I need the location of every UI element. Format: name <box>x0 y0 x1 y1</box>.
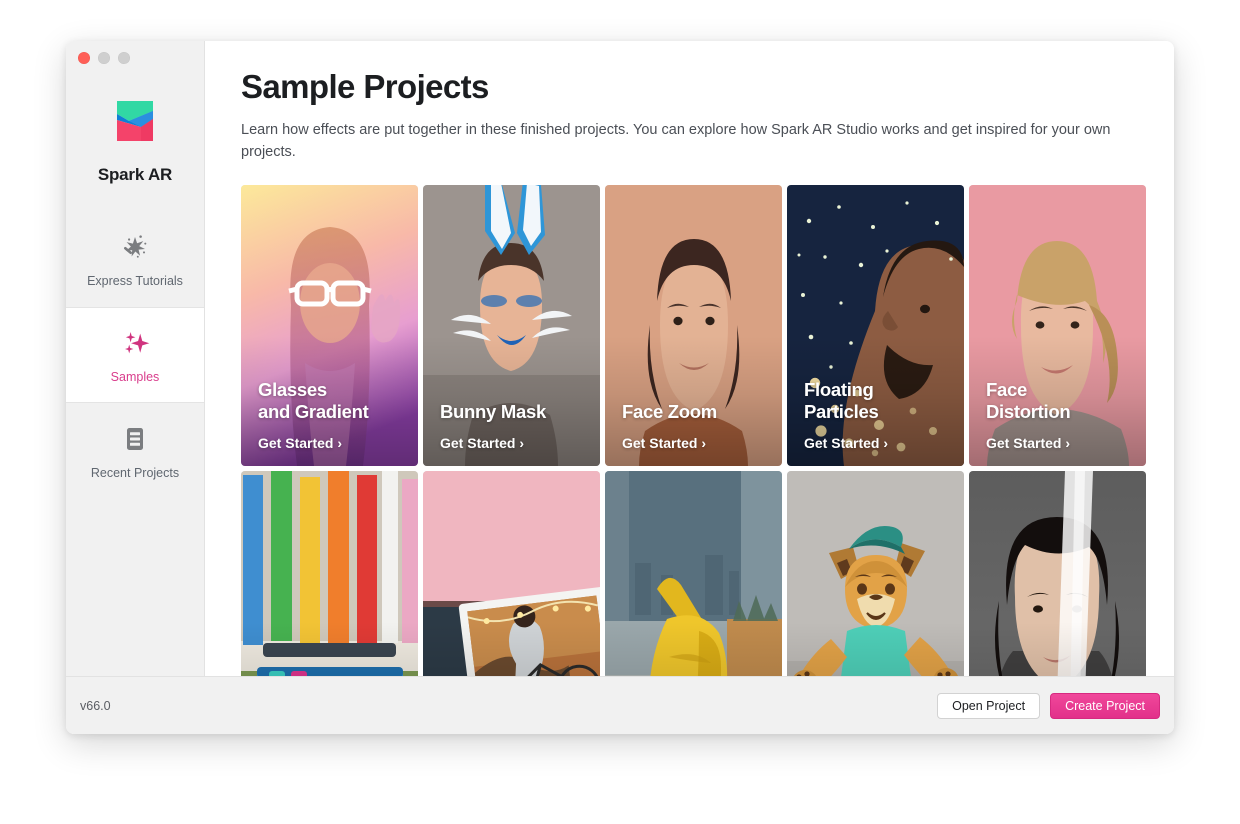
create-project-button[interactable]: Create Project <box>1050 692 1160 719</box>
footer-bar: v66.0 Open Project Create Project <box>66 676 1174 734</box>
card-text: Face Zoom Get Started › <box>622 401 772 451</box>
brand: Spark AR <box>66 75 204 211</box>
sample-card[interactable]: 10 <box>787 471 964 676</box>
card-text: Floating Particles Get Started › <box>804 379 954 452</box>
main-content: Sample Projects Learn how effects are pu… <box>205 41 1174 676</box>
samples-grid: Glasses and Gradient Get Started › Bunny… <box>241 185 1174 676</box>
card-cta[interactable]: Get Started › <box>440 435 590 451</box>
version-label: v66.0 <box>80 698 111 713</box>
card-title: Bunny Mask <box>440 401 546 423</box>
card-cta[interactable]: Get Started › <box>986 435 1136 451</box>
maximize-window-button[interactable] <box>118 52 130 64</box>
card-thumbnail <box>241 471 418 676</box>
sample-card[interactable]: Boombox <box>241 471 418 676</box>
card-text: Glasses and Gradient Get Started › <box>258 379 408 452</box>
close-window-button[interactable] <box>78 52 90 64</box>
open-project-button[interactable]: Open Project <box>937 692 1041 719</box>
sidebar-item-express-tutorials[interactable]: Express Tutorials <box>66 211 204 307</box>
sidebar-item-label: Samples <box>110 370 160 384</box>
magic-wand-icon <box>124 235 147 258</box>
sample-card[interactable]: Holiday <box>423 471 600 676</box>
sample-card[interactable]: Face Distortion Get Started › <box>969 185 1146 467</box>
card-title: Face Zoom <box>622 401 717 423</box>
window-controls <box>66 41 204 75</box>
sample-card[interactable]: Glasses and Gradient Get Started › <box>241 185 418 467</box>
spark-ar-studio-window: Spark AR Express Tutorials Samples Recen… <box>66 41 1174 734</box>
window-body: Spark AR Express Tutorials Samples Recen… <box>66 41 1174 676</box>
sparkles-icon <box>125 332 150 354</box>
brand-name: Spark AR <box>97 165 173 184</box>
sidebar-item-samples[interactable]: Samples <box>66 307 204 403</box>
spark-ar-logo-icon <box>117 101 153 141</box>
card-title: Face Distortion <box>986 378 1071 423</box>
card-cta[interactable]: Get Started › <box>622 435 772 451</box>
page-title: Sample Projects <box>241 68 489 105</box>
card-thumbnail <box>969 471 1146 676</box>
sidebar-item-label: Recent Projects <box>90 466 180 480</box>
card-cta[interactable]: Get Started › <box>804 435 954 451</box>
card-title: Glasses and Gradient <box>258 378 369 423</box>
document-list-icon <box>127 428 143 450</box>
page-subtitle: Learn how effects are put together in th… <box>241 122 1111 160</box>
sample-card[interactable]: Visual <box>969 471 1146 676</box>
sidebar-item-label: Express Tutorials <box>87 274 183 288</box>
samples-grid-scroll-area[interactable]: Glasses and Gradient Get Started › Bunny… <box>241 185 1174 676</box>
card-thumbnail: 10 <box>787 471 964 676</box>
card-text: Face Distortion Get Started › <box>986 379 1136 452</box>
sample-card[interactable]: Bunny Mask Get Started › <box>423 185 600 467</box>
card-title: Floating Particles <box>804 378 879 423</box>
sample-card[interactable]: Floating Particles Get Started › <box>787 185 964 467</box>
card-cta[interactable]: Get Started › <box>258 435 408 451</box>
minimize-window-button[interactable] <box>98 52 110 64</box>
sidebar-item-recent-projects[interactable]: Recent Projects <box>66 403 204 499</box>
card-thumbnail <box>423 471 600 676</box>
card-thumbnail <box>605 471 782 676</box>
sidebar: Spark AR Express Tutorials Samples Recen… <box>66 41 205 676</box>
sample-card[interactable] <box>605 471 782 676</box>
card-text: Bunny Mask Get Started › <box>440 401 590 451</box>
sample-card[interactable]: Face Zoom Get Started › <box>605 185 782 467</box>
footer-actions: Open Project Create Project <box>937 692 1160 719</box>
